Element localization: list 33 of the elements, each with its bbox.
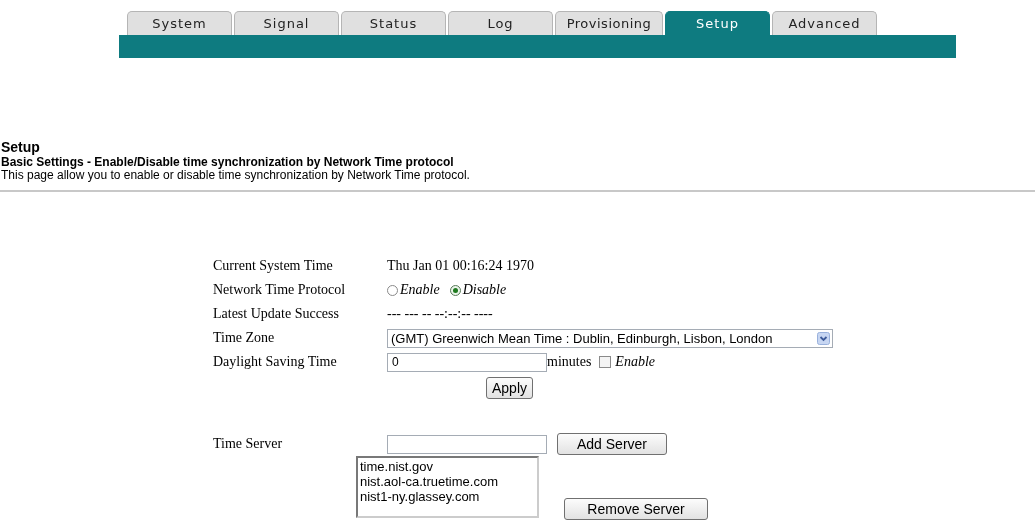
unit-label: minutes [547,354,592,370]
time-zone-dropdown[interactable]: (GMT) Greenwich Mean Time : Dublin, Edinburgh, Lisbon, London [387,328,833,348]
add-server-button[interactable]: Add Server [557,433,667,455]
field-label: Daylight Saving Time [213,354,338,370]
checkbox[interactable] [599,356,612,368]
checkbox-label: Enable [615,354,655,370]
page-title: Setup [1,139,41,155]
page-description: This page allow you to enable or disable time synchronization by Network Time protocol. [1,169,471,182]
field-value: Thu Jan 01 00:16:24 1970 [387,258,534,274]
field-label: Time Server [213,436,284,452]
field-label: Current System Time [213,258,334,274]
server-list-item[interactable]: nist.aol-ca.truetime.com [360,474,535,489]
minutes-input[interactable]: 0 [387,352,547,372]
remove-server-button[interactable]: Remove Server [564,498,708,520]
page-subtitle: Basic Settings - Enable/Disable time synchronization by Network Time protocol [1,155,455,169]
radio-button[interactable] [449,284,461,296]
field-label: Network Time Protocol [213,282,347,298]
option-label: Enable [400,282,440,298]
nav-tab[interactable]: Advanced [772,11,877,35]
nav-tab[interactable]: System [127,11,232,35]
server-input[interactable] [387,434,547,454]
field-value: --- --- -- --:--:-- ---- [387,306,493,322]
option-label: Disable [462,282,507,298]
apply-button[interactable]: Apply [486,377,534,399]
field-label: Time Zone [213,330,276,346]
nav-tab[interactable]: Status [341,11,446,35]
nav-tab[interactable]: Signal [234,11,339,35]
nav-tab[interactable]: Provisioning [555,11,663,35]
field-label: Latest Update Success [213,306,340,322]
server-list-item[interactable]: time.nist.gov [360,459,535,474]
nav-tab[interactable]: Setup [665,11,770,35]
nav-tab[interactable]: Log [448,11,553,35]
server-list-item[interactable]: nist1-ny.glassey.com [360,489,535,504]
